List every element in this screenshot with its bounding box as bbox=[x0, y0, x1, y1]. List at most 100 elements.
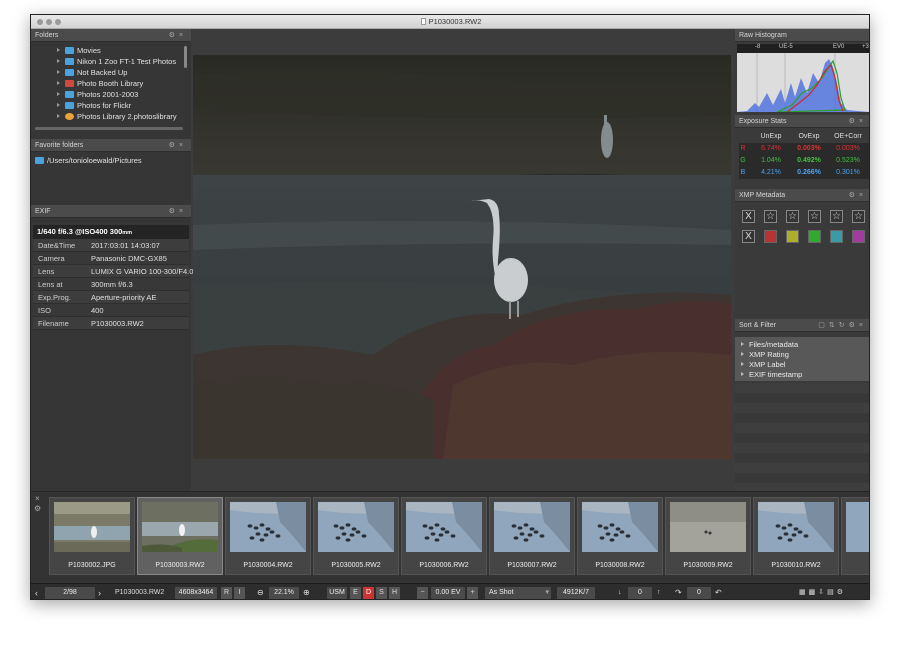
refresh-icon[interactable]: ↻ bbox=[839, 322, 849, 329]
disclosure-triangle-icon[interactable] bbox=[57, 92, 60, 96]
view-mode-buttons[interactable]: ▦▩⇩▤⚙ bbox=[799, 587, 846, 599]
gear-icon[interactable]: ⚙ bbox=[169, 142, 179, 149]
close-icon[interactable]: × bbox=[179, 32, 187, 39]
folder-item[interactable]: Nikon 1 Zoo FT-1 Test Photos bbox=[57, 56, 176, 67]
prev-image-button[interactable]: ‹ bbox=[35, 587, 38, 599]
main-photo[interactable] bbox=[193, 55, 731, 459]
star-2-button[interactable]: ☆ bbox=[786, 210, 799, 223]
disclosure-triangle-icon[interactable] bbox=[57, 103, 60, 107]
disclosure-triangle-icon[interactable] bbox=[741, 352, 744, 356]
settings-icon[interactable]: ⚙ bbox=[837, 589, 846, 596]
panel-controls[interactable]: ⚙× bbox=[849, 189, 867, 202]
close-icon[interactable]: × bbox=[859, 322, 867, 329]
sort-filter-item[interactable]: XMP Rating bbox=[741, 350, 789, 360]
filmstrip-thumb[interactable]: P1030002.JPG bbox=[49, 497, 135, 575]
filmstrip-thumb[interactable]: P1030007.RW2 bbox=[489, 497, 575, 575]
exposure-value[interactable]: 0.00 EV bbox=[431, 587, 465, 599]
close-window-button[interactable] bbox=[37, 19, 43, 25]
zoom-out-icon[interactable]: ⊖ bbox=[257, 587, 264, 599]
e-button[interactable]: E bbox=[350, 587, 361, 599]
usm-button[interactable]: USM bbox=[327, 587, 347, 599]
disclosure-triangle-icon[interactable] bbox=[57, 70, 60, 74]
rotate-right-icon[interactable]: ↷ bbox=[675, 587, 682, 599]
gear-icon[interactable]: ⚙ bbox=[849, 322, 859, 329]
filmstrip-thumb[interactable]: P1030008.RW2 bbox=[577, 497, 663, 575]
gear-icon[interactable]: ⚙ bbox=[169, 32, 179, 39]
filmstrip-thumb[interactable]: P1030005.RW2 bbox=[313, 497, 399, 575]
arrow-down-icon[interactable]: ↓ bbox=[618, 587, 622, 599]
label-yellow-swatch[interactable] bbox=[786, 230, 799, 243]
sort-icon[interactable]: ⇅ bbox=[829, 322, 839, 329]
zoom-window-button[interactable] bbox=[55, 19, 61, 25]
filmstrip-thumb[interactable]: P1030009.RW2 bbox=[665, 497, 751, 575]
color-temperature[interactable]: 4912K/7 bbox=[557, 587, 595, 599]
filmstrip-thumb[interactable] bbox=[841, 497, 869, 575]
disclosure-triangle-icon[interactable] bbox=[57, 81, 60, 85]
filmstrip-thumb[interactable]: P1030004.RW2 bbox=[225, 497, 311, 575]
star-1-button[interactable]: ☆ bbox=[764, 210, 777, 223]
arrow-up-icon[interactable]: ↑ bbox=[657, 587, 661, 599]
minimize-window-button[interactable] bbox=[46, 19, 52, 25]
folder-item[interactable]: Photos 2001-2003 bbox=[57, 89, 138, 100]
r-button[interactable]: R bbox=[221, 587, 232, 599]
sort-filter-item[interactable]: XMP Label bbox=[741, 360, 786, 370]
disclosure-triangle-icon[interactable] bbox=[57, 59, 60, 63]
gear-icon[interactable]: ⚙ bbox=[169, 208, 179, 215]
document-icon[interactable]: ▢ bbox=[818, 322, 829, 329]
folder-item[interactable]: Not Backed Up bbox=[57, 67, 127, 78]
sort-filter-item[interactable]: EXIF timestamp bbox=[741, 370, 802, 380]
label-green-swatch[interactable] bbox=[808, 230, 821, 243]
label-red-swatch[interactable] bbox=[764, 230, 777, 243]
disclosure-triangle-icon[interactable] bbox=[741, 342, 744, 346]
gear-icon[interactable]: ⚙ bbox=[849, 192, 859, 199]
close-icon[interactable]: × bbox=[179, 208, 187, 215]
close-icon[interactable]: × bbox=[179, 142, 187, 149]
grid-view-icon[interactable]: ▦ bbox=[799, 589, 809, 596]
panel-controls[interactable]: ⚙× bbox=[169, 139, 187, 152]
close-icon[interactable]: × bbox=[859, 118, 867, 125]
reject-button[interactable]: X bbox=[742, 210, 755, 223]
rotation-value[interactable]: 0 bbox=[687, 587, 711, 599]
layout-icon[interactable]: ▤ bbox=[827, 589, 837, 596]
disclosure-triangle-icon[interactable] bbox=[57, 114, 60, 118]
ev-minus-button[interactable]: − bbox=[417, 587, 428, 599]
folder-item[interactable]: Movies bbox=[57, 45, 101, 56]
folder-item[interactable]: Photos Library 2.photoslibrary bbox=[57, 111, 177, 122]
rotate-left-icon[interactable]: ↶ bbox=[715, 587, 722, 599]
disclosure-triangle-icon[interactable] bbox=[741, 362, 744, 366]
compare-icon[interactable]: ▩ bbox=[809, 589, 819, 596]
filmstrip-thumb[interactable]: P1030006.RW2 bbox=[401, 497, 487, 575]
folder-item[interactable]: Photos for Flickr bbox=[57, 100, 131, 111]
panel-controls[interactable]: ▢⇅↻⚙× bbox=[818, 319, 867, 332]
d-button[interactable]: D bbox=[363, 587, 374, 599]
label-blue-swatch[interactable] bbox=[830, 230, 843, 243]
panel-controls[interactable]: ⚙× bbox=[169, 29, 187, 42]
tint-value[interactable]: 0 bbox=[628, 587, 652, 599]
star-5-button[interactable]: ☆ bbox=[852, 210, 865, 223]
folder-item[interactable]: Photo Booth Library bbox=[57, 78, 143, 89]
star-4-button[interactable]: ☆ bbox=[830, 210, 843, 223]
folder-tree-hscrollbar[interactable] bbox=[35, 127, 183, 130]
clear-label-button[interactable]: X bbox=[742, 230, 755, 243]
zoom-in-icon[interactable]: ⊕ bbox=[303, 587, 310, 599]
i-button[interactable]: I bbox=[234, 587, 245, 599]
gear-icon[interactable]: ⚙ bbox=[849, 118, 859, 125]
folder-tree-scrollbar[interactable] bbox=[184, 46, 187, 68]
filmstrip-thumb[interactable]: P1030010.RW2 bbox=[753, 497, 839, 575]
label-purple-swatch[interactable] bbox=[852, 230, 865, 243]
filmstrip-thumb[interactable]: P1030003.RW2 bbox=[137, 497, 223, 575]
white-balance-select[interactable]: As Shot ▾ bbox=[485, 587, 551, 599]
zoom-level[interactable]: 22.1% bbox=[269, 587, 299, 599]
disclosure-triangle-icon[interactable] bbox=[741, 372, 744, 376]
close-icon[interactable]: × bbox=[35, 494, 40, 503]
star-3-button[interactable]: ☆ bbox=[808, 210, 821, 223]
s-button[interactable]: S bbox=[376, 587, 387, 599]
h-button[interactable]: H bbox=[389, 587, 400, 599]
next-image-button[interactable]: › bbox=[98, 587, 101, 599]
favorite-folder-item[interactable]: /Users/tonioloewald/Pictures bbox=[35, 155, 142, 166]
panel-controls[interactable]: ⚙× bbox=[849, 115, 867, 128]
sort-filter-item[interactable]: Files/metadata bbox=[741, 340, 798, 350]
download-icon[interactable]: ⇩ bbox=[818, 589, 827, 596]
disclosure-triangle-icon[interactable] bbox=[57, 48, 60, 52]
gear-icon[interactable]: ⚙ bbox=[34, 504, 41, 513]
